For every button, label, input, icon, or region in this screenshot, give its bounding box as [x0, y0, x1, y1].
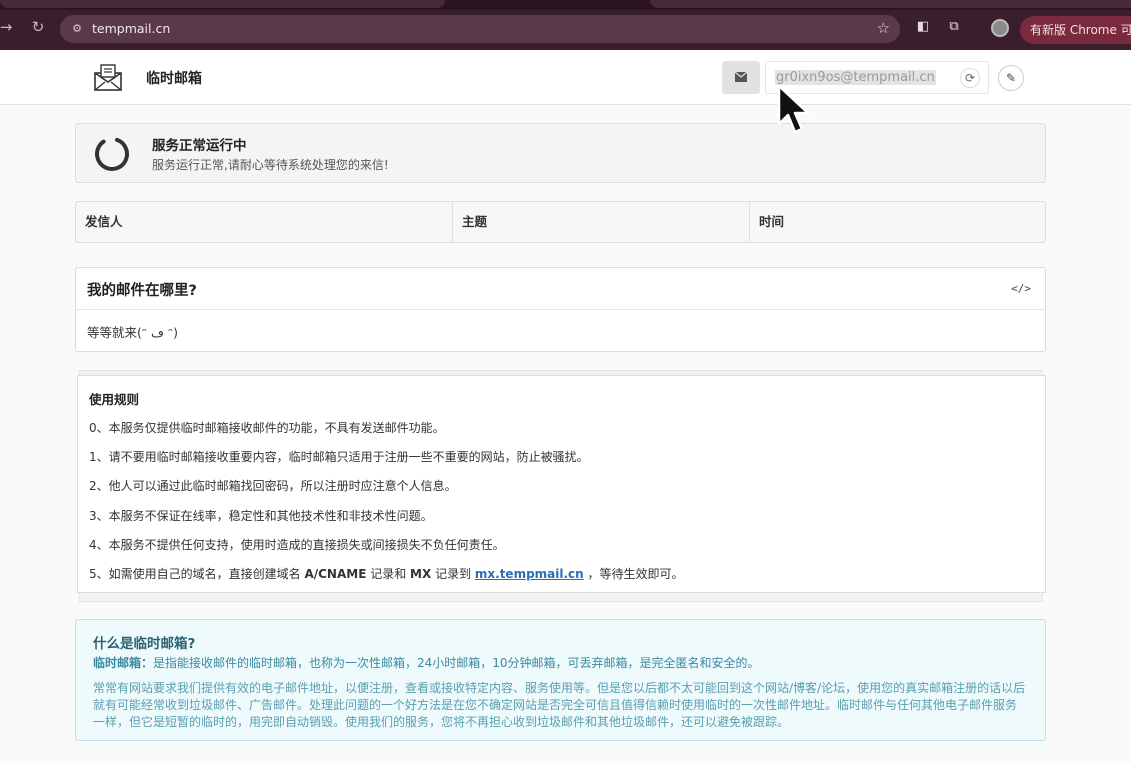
extension-icon[interactable]: ◧ [915, 19, 931, 35]
rule-bold-record: A/CNAME [304, 567, 367, 581]
loading-spinner-icon [95, 137, 129, 171]
envelope-logo-icon [94, 64, 122, 91]
info-definition: 临时邮箱：是指能接收邮件的临时邮箱，也称为一次性邮箱，24小时邮箱，10分钟邮箱… [93, 654, 760, 671]
site-header: 临时邮箱 gr0ixn9os@tempmail.cn ⟳ ✎ [0, 50, 1131, 105]
where-card-header: 我的邮件在哪里? </> [76, 268, 1045, 310]
email-address-text[interactable]: gr0ixn9os@tempmail.cn [775, 70, 936, 85]
rule-text: 记录和 [366, 567, 411, 581]
browser-toolbar: → ↻ ⚙ tempmail.cn ☆ ◧ ⧉ 有新版 Chrome 可用 [0, 0, 1131, 50]
mx-domain-link[interactable]: mx.tempmail.cn [475, 567, 584, 581]
browser-tab[interactable] [650, 0, 1131, 8]
inbox-table-header: 发信人 主题 时间 [75, 201, 1046, 243]
rule-item: 1、请不要用临时邮箱接收重要内容，临时邮箱只适用于注册一些不重要的网站，防止被骚… [89, 450, 589, 464]
tab-strip [0, 0, 1131, 10]
definition-text: 是指能接收邮件的临时邮箱，也称为一次性邮箱，24小时邮箱，10分钟邮箱，可丢弃邮… [153, 656, 760, 670]
edit-icon: ✎ [1005, 71, 1017, 85]
rule-item: 4、本服务不提供任何支持，使用时造成的直接损失或间接损失不负任何责任。 [89, 538, 505, 552]
extensions-puzzle-icon[interactable]: ⧉ [946, 19, 962, 35]
rule-text: 记录到 [431, 567, 475, 581]
definition-label: 临时邮箱： [93, 656, 154, 670]
info-title: 什么是临时邮箱? [93, 636, 196, 652]
status-description: 服务运行正常,请耐心等待系统处理您的来信! [152, 158, 389, 172]
rule-text: ，等待生效即可。 [583, 567, 684, 581]
column-sender[interactable]: 发信人 [76, 202, 453, 242]
url-text[interactable]: tempmail.cn [92, 21, 170, 36]
usage-rules-card: 使用规则 0、本服务仅提供临时邮箱接收邮件的功能，不具有发送邮件功能。 1、请不… [77, 375, 1046, 593]
chrome-update-button[interactable]: 有新版 Chrome 可用 [1020, 16, 1131, 44]
service-status-card: 服务正常运行中 服务运行正常,请耐心等待系统处理您的来信! [75, 123, 1046, 183]
rule-item: 0、本服务仅提供临时邮箱接收邮件的功能，不具有发送邮件功能。 [89, 421, 445, 435]
where-body-text: 等等就来(ᵔ ڡ ᵔ) [87, 325, 179, 340]
edit-address-button[interactable]: ✎ [998, 65, 1024, 91]
rule-item: 2、他人可以通过此临时邮箱找回密码，所以注册时应注意个人信息。 [89, 479, 457, 493]
column-time[interactable]: 时间 [750, 202, 1045, 242]
where-is-mail-card: 我的邮件在哪里? </> 等等就来(ᵔ ڡ ᵔ) [75, 267, 1046, 352]
forward-icon[interactable]: → [0, 17, 16, 37]
address-bar[interactable]: ⚙ tempmail.cn ☆ [60, 15, 900, 43]
site-settings-icon[interactable]: ⚙ [68, 20, 86, 38]
info-body-text: 常常有网站要求我们提供有效的电子邮件地址，以便注册，查看或接收特定内容、服务使用… [93, 681, 1026, 729]
rule-bold-record: MX [410, 567, 432, 581]
refresh-icon[interactable]: ⟳ [960, 68, 980, 88]
reload-icon[interactable]: ↻ [28, 17, 48, 37]
what-is-temp-mail-card: 什么是临时邮箱? 临时邮箱：是指能接收邮件的临时邮箱，也称为一次性邮箱，24小时… [75, 619, 1046, 741]
status-title: 服务正常运行中 [152, 138, 247, 154]
column-subject[interactable]: 主题 [453, 202, 750, 242]
rule-item-domain: 5、如需使用自己的域名，直接创建域名 A/CNAME 记录和 MX 记录到 mx… [89, 565, 684, 582]
profile-avatar[interactable] [991, 19, 1009, 37]
rule-item: 3、本服务不保证在线率，稳定性和其他技术性和非技术性问题。 [89, 509, 433, 523]
browser-tab[interactable] [0, 0, 445, 8]
rule-text: 5、如需使用自己的域名，直接创建域名 [89, 567, 305, 581]
site-name[interactable]: 临时邮箱 [146, 68, 202, 88]
bookmark-star-icon[interactable]: ☆ [877, 19, 890, 37]
mailbox-button[interactable] [722, 61, 760, 94]
code-icon[interactable]: </> [1011, 282, 1031, 295]
mouse-cursor-icon [777, 84, 810, 134]
rules-title: 使用规则 [89, 392, 140, 407]
envelope-icon [734, 71, 748, 82]
where-title: 我的邮件在哪里? [87, 283, 197, 299]
